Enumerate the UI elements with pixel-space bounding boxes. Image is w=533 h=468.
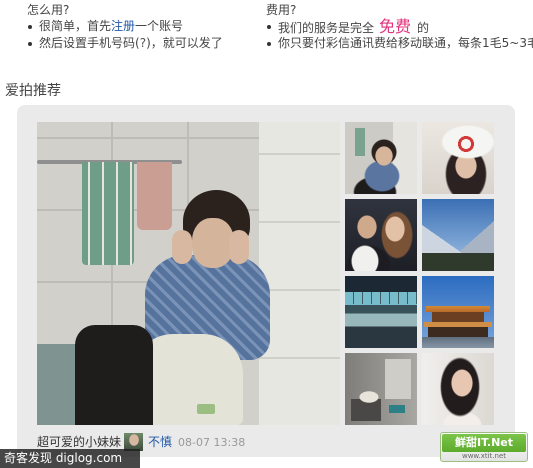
photo-thumbnail-1[interactable] <box>345 122 417 194</box>
bullet-icon <box>267 42 271 46</box>
user-avatar[interactable] <box>124 432 144 451</box>
photo-child-hand <box>229 230 249 264</box>
usage-item-text: 一个账号 <box>135 19 184 33</box>
register-link[interactable]: 注册 <box>111 19 135 33</box>
cost-item-text: 的 <box>417 21 430 35</box>
logo-title: 鲜甜IT.Net <box>442 434 526 452</box>
featured-caption-link[interactable]: 超可爱的小妹妹 <box>37 435 121 449</box>
photo-thumbnail-4[interactable] <box>422 199 494 271</box>
photo-dark-clothes <box>75 325 153 425</box>
photo-pink-towel <box>137 162 172 230</box>
cost-item-text: 你只要付彩信通讯费给移动联通，每条1毛5~3毛 <box>278 36 533 50</box>
recommend-panel: 超可爱的小妹妹 不慎 08-07 13:38 <box>17 105 515 457</box>
usage-section: 怎么用? 很简单，首先注册一个账号 然后设置手机号码(?)，就可以发了 <box>27 2 259 52</box>
photo-thumbnail-2[interactable] <box>422 122 494 194</box>
bullet-icon <box>28 25 32 29</box>
bullet-icon <box>267 25 271 29</box>
site-logo: 鲜甜IT.Net www.xtit.net <box>440 432 528 462</box>
logo-url: www.xtit.net <box>461 452 507 460</box>
photo-green-towel <box>82 162 134 265</box>
photo-child-hand <box>172 230 192 264</box>
usage-item-text: 然后设置手机号码( <box>39 36 140 50</box>
usage-list: 很简单，首先注册一个账号 然后设置手机号码(?)，就可以发了 <box>27 18 259 52</box>
photo-thumbnail-5[interactable] <box>345 276 417 348</box>
usage-item: 很简单，首先注册一个账号 <box>27 18 259 35</box>
cost-item: 你只要付彩信通讯费给移动联通，每条1毛5~3毛 <box>266 35 533 52</box>
usage-item-text: )，就可以发了 <box>146 36 223 50</box>
cost-heading: 费用? <box>266 3 297 17</box>
cost-item-text: 我们的服务是完全 <box>278 21 375 35</box>
site-watermark: 奇客发现 diglog.com <box>0 449 140 468</box>
usage-item-text: 很简单，首先 <box>39 19 112 33</box>
photo-potty-label <box>197 404 215 414</box>
photo-thumbnail-3[interactable] <box>345 199 417 271</box>
free-highlight: 免费 <box>379 17 412 36</box>
usage-heading: 怎么用? <box>27 3 70 17</box>
photo-child-face <box>192 218 234 268</box>
photo-wall <box>259 122 340 425</box>
usage-item: 然后设置手机号码(?)，就可以发了 <box>27 35 259 52</box>
post-timestamp: 08-07 13:38 <box>178 436 246 449</box>
bullet-icon <box>28 42 32 46</box>
cost-list: 我们的服务是完全 免费的 你只要付彩信通讯费给移动联通，每条1毛5~3毛 <box>266 18 533 52</box>
photo-thumbnail-6[interactable] <box>422 276 494 348</box>
user-link[interactable]: 不慎 <box>148 435 172 449</box>
photo-thumbnail-7[interactable] <box>345 353 417 425</box>
cost-section: 费用? 我们的服务是完全 免费的 你只要付彩信通讯费给移动联通，每条1毛5~3毛 <box>266 2 533 52</box>
recommend-heading: 爱拍推荐 <box>5 83 61 99</box>
cost-item: 我们的服务是完全 免费的 <box>266 18 533 35</box>
featured-photo[interactable] <box>37 122 340 425</box>
photo-thumbnail-8[interactable] <box>422 353 494 425</box>
page: 怎么用? 很简单，首先注册一个账号 然后设置手机号码(?)，就可以发了 费用? … <box>0 0 533 468</box>
